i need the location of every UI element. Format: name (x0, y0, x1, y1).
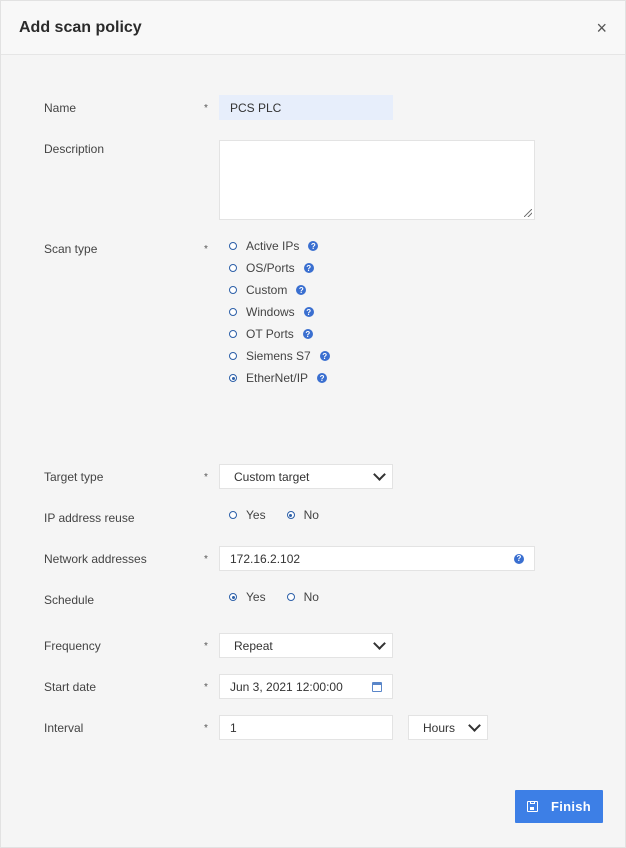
ip-reuse-radio-group: Yes No (229, 508, 340, 522)
radio-unchecked-icon[interactable] (229, 511, 237, 519)
target-type-select[interactable]: Custom target (219, 464, 393, 489)
dialog-title: Add scan policy (19, 18, 142, 36)
frequency-label: Frequency (44, 639, 101, 653)
frequency-select[interactable]: Repeat (219, 633, 393, 658)
ip-reuse-no[interactable]: No (286, 508, 319, 522)
name-input[interactable]: PCS PLC (219, 95, 393, 120)
schedule-yes[interactable]: Yes (229, 590, 266, 604)
help-icon[interactable]: ? (308, 241, 319, 251)
interval-input[interactable]: 1 (219, 715, 393, 740)
chevron-down-icon (373, 637, 386, 650)
required-star: * (204, 244, 208, 255)
scan-type-label-text: OS/Ports (246, 261, 295, 275)
ip-reuse-label: IP address reuse (44, 511, 135, 525)
ip-reuse-yes[interactable]: Yes (229, 508, 266, 522)
network-addresses-value: 172.16.2.102 (230, 551, 301, 566)
network-addresses-label: Network addresses (44, 552, 147, 566)
name-label: Name (44, 101, 77, 115)
scan-type-label: Scan type (44, 242, 98, 256)
radio-unchecked-icon[interactable] (229, 308, 237, 316)
help-icon[interactable]: ? (296, 285, 307, 295)
interval-unit-value: Hours (423, 720, 456, 735)
radio-unchecked-icon[interactable] (229, 264, 237, 272)
schedule-yes-label: Yes (246, 590, 266, 604)
description-label: Description (44, 142, 105, 156)
scan-type-label-text: Custom (246, 283, 288, 297)
network-addresses-input[interactable]: 172.16.2.102 ? (219, 546, 535, 571)
schedule-radio-group: Yes No (229, 590, 340, 604)
frequency-value: Repeat (234, 638, 273, 653)
help-icon[interactable]: ? (319, 351, 330, 361)
resize-handle-icon[interactable] (524, 209, 532, 217)
schedule-no-label: No (303, 590, 319, 604)
finish-label: Finish (550, 799, 592, 814)
close-icon[interactable]: × (596, 19, 607, 37)
add-scan-policy-dialog: Add scan policy × Name * PCS PLC Descrip… (0, 0, 626, 848)
scan-type-option-ot-ports[interactable]: OT Ports ? (229, 327, 313, 341)
help-icon[interactable]: ? (303, 307, 314, 317)
target-type-value: Custom target (234, 469, 310, 484)
help-icon[interactable]: ? (302, 329, 313, 339)
scan-type-option-windows[interactable]: Windows ? (229, 305, 314, 319)
schedule-no[interactable]: No (286, 590, 319, 604)
scan-type-option-custom[interactable]: Custom ? (229, 283, 307, 297)
scan-type-label-text: Windows (246, 305, 295, 319)
radio-unchecked-icon[interactable] (286, 593, 295, 601)
start-date-input[interactable]: Jun 3, 2021 12:00:00 (219, 674, 393, 699)
start-date-label: Start date (44, 680, 97, 694)
calendar-icon[interactable] (372, 681, 382, 692)
radio-checked-icon[interactable] (286, 511, 295, 519)
save-icon (526, 801, 538, 812)
required-star: * (204, 723, 208, 734)
chevron-down-icon (373, 468, 386, 481)
ip-reuse-no-label: No (303, 508, 319, 522)
chevron-down-icon (468, 719, 481, 732)
scan-type-option-ethernet-ip[interactable]: EtherNet/IP ? (229, 371, 328, 385)
required-star: * (204, 641, 208, 652)
help-icon[interactable]: ? (303, 263, 314, 273)
required-star: * (204, 682, 208, 693)
radio-unchecked-icon[interactable] (229, 330, 237, 338)
schedule-label: Schedule (44, 593, 95, 607)
radio-unchecked-icon[interactable] (229, 352, 237, 360)
required-star: * (204, 103, 208, 114)
scan-type-label-text: EtherNet/IP (246, 371, 309, 385)
required-star: * (204, 472, 208, 483)
scan-type-label-text: OT Ports (246, 327, 294, 341)
scan-type-option-active-ips[interactable]: Active IPs ? (229, 239, 319, 253)
required-star: * (204, 554, 208, 565)
help-icon[interactable]: ? (317, 373, 328, 383)
dialog-header: Add scan policy × (1, 1, 625, 55)
interval-label: Interval (44, 721, 84, 735)
radio-unchecked-icon[interactable] (229, 242, 237, 250)
scan-type-option-siemens-s7[interactable]: Siemens S7 ? (229, 349, 330, 363)
help-icon[interactable]: ? (514, 553, 524, 564)
description-textarea[interactable] (219, 140, 535, 220)
scan-type-label-text: Siemens S7 (246, 349, 311, 363)
interval-unit-select[interactable]: Hours (408, 715, 488, 740)
ip-reuse-yes-label: Yes (246, 508, 266, 522)
target-type-label: Target type (44, 470, 104, 484)
radio-checked-icon[interactable] (229, 374, 237, 382)
radio-unchecked-icon[interactable] (229, 286, 237, 294)
scan-type-label-text: Active IPs (246, 239, 300, 253)
radio-checked-icon[interactable] (229, 593, 237, 601)
start-date-value: Jun 3, 2021 12:00:00 (230, 679, 343, 694)
scan-type-option-os-ports[interactable]: OS/Ports ? (229, 261, 314, 275)
finish-button[interactable]: Finish (515, 790, 603, 823)
